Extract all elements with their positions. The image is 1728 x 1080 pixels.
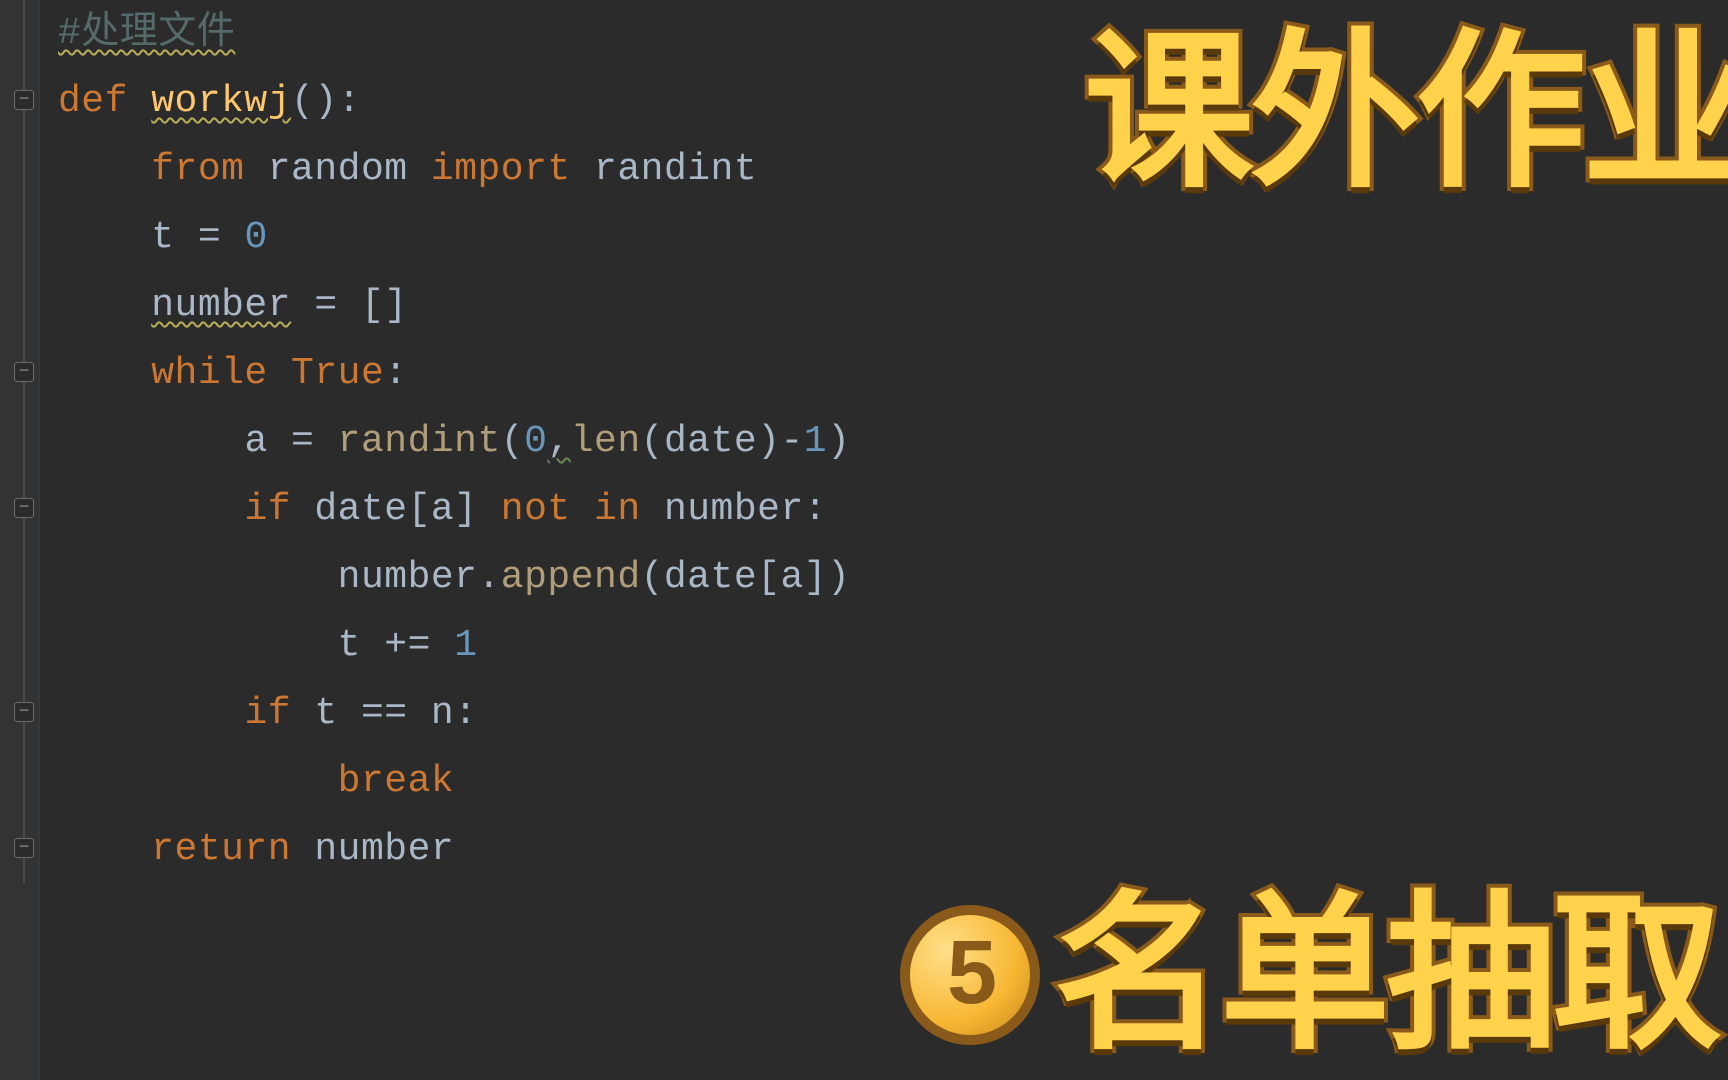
code-token: return bbox=[151, 828, 314, 871]
gutter-line bbox=[0, 612, 39, 680]
code-token: (date)- bbox=[641, 420, 804, 463]
overlay-title-bottom: 5 名单抽取 bbox=[900, 890, 1718, 1060]
gutter-line bbox=[0, 544, 39, 612]
code-token: if bbox=[244, 488, 314, 531]
code-line[interactable]: if t == n: bbox=[58, 680, 850, 748]
gutter-line bbox=[0, 272, 39, 340]
code-token: ) bbox=[827, 420, 850, 463]
code-token: , bbox=[547, 420, 570, 463]
gutter-line: − bbox=[0, 476, 39, 544]
code-token: date[a] bbox=[314, 488, 500, 531]
code-token: if bbox=[244, 692, 314, 735]
code-token: t = bbox=[151, 216, 244, 259]
code-line[interactable]: #处理文件 bbox=[58, 0, 850, 68]
code-line[interactable]: if date[a] not in number: bbox=[58, 476, 850, 544]
code-token: True bbox=[291, 352, 384, 395]
code-token: workwj bbox=[151, 80, 291, 123]
gutter-line: − bbox=[0, 680, 39, 748]
code-token: #处理文件 bbox=[58, 12, 235, 55]
gutter-line: − bbox=[0, 68, 39, 136]
code-token: len bbox=[571, 420, 641, 463]
code-token: break bbox=[338, 760, 455, 803]
fold-marker-icon[interactable]: − bbox=[14, 498, 34, 518]
code-token: 1 bbox=[804, 420, 827, 463]
code-line[interactable]: number = [] bbox=[58, 272, 850, 340]
code-token: number: bbox=[664, 488, 827, 531]
badge-number: 5 bbox=[947, 928, 993, 1018]
code-line[interactable]: while True: bbox=[58, 340, 850, 408]
code-area[interactable]: #处理文件def workwj(): from random import ra… bbox=[40, 0, 850, 1080]
code-token: while bbox=[151, 352, 291, 395]
code-token: from bbox=[151, 148, 268, 191]
code-token: def bbox=[58, 80, 151, 123]
code-token: randint bbox=[338, 420, 501, 463]
gutter-line: − bbox=[0, 816, 39, 884]
code-token: (date[a]) bbox=[641, 556, 851, 599]
code-line[interactable]: def workwj(): bbox=[58, 68, 850, 136]
code-token: number. bbox=[338, 556, 501, 599]
code-token: 0 bbox=[244, 216, 267, 259]
code-token: 1 bbox=[454, 624, 477, 667]
code-token: random bbox=[268, 148, 431, 191]
gutter-line bbox=[0, 136, 39, 204]
code-token: randint bbox=[594, 148, 757, 191]
code-token: not in bbox=[501, 488, 664, 531]
code-line[interactable]: break bbox=[58, 748, 850, 816]
fold-marker-icon[interactable]: − bbox=[14, 702, 34, 722]
code-line[interactable]: number.append(date[a]) bbox=[58, 544, 850, 612]
code-line[interactable]: a = randint(0,len(date)-1) bbox=[58, 408, 850, 476]
code-token: t += bbox=[338, 624, 455, 667]
code-token: number bbox=[314, 828, 454, 871]
fold-marker-icon[interactable]: − bbox=[14, 90, 34, 110]
gutter-line: − bbox=[0, 340, 39, 408]
gutter-line bbox=[0, 748, 39, 816]
code-line[interactable]: t += 1 bbox=[58, 612, 850, 680]
gutter-line bbox=[0, 204, 39, 272]
code-line[interactable]: t = 0 bbox=[58, 204, 850, 272]
code-line[interactable]: from random import randint bbox=[58, 136, 850, 204]
code-token: : bbox=[384, 352, 407, 395]
code-token: import bbox=[431, 148, 594, 191]
code-token: a = bbox=[244, 420, 337, 463]
fold-marker-icon[interactable]: − bbox=[14, 362, 34, 382]
overlay-bottom-text: 名单抽取 bbox=[1054, 890, 1718, 1060]
gutter: − − − − − bbox=[0, 0, 40, 1080]
code-token: 0 bbox=[524, 420, 547, 463]
code-token: (): bbox=[291, 80, 361, 123]
gutter-line bbox=[0, 408, 39, 476]
code-line[interactable]: return number bbox=[58, 816, 850, 884]
fold-marker-icon[interactable]: − bbox=[14, 838, 34, 858]
code-token: t == n: bbox=[314, 692, 477, 735]
overlay-title-top: 课外作业 bbox=[1084, 28, 1728, 198]
code-token: = [] bbox=[291, 284, 408, 327]
code-token: ( bbox=[501, 420, 524, 463]
gutter-line bbox=[0, 0, 39, 68]
code-token: number bbox=[151, 284, 291, 327]
code-token: append bbox=[501, 556, 641, 599]
badge-icon: 5 bbox=[900, 905, 1040, 1045]
